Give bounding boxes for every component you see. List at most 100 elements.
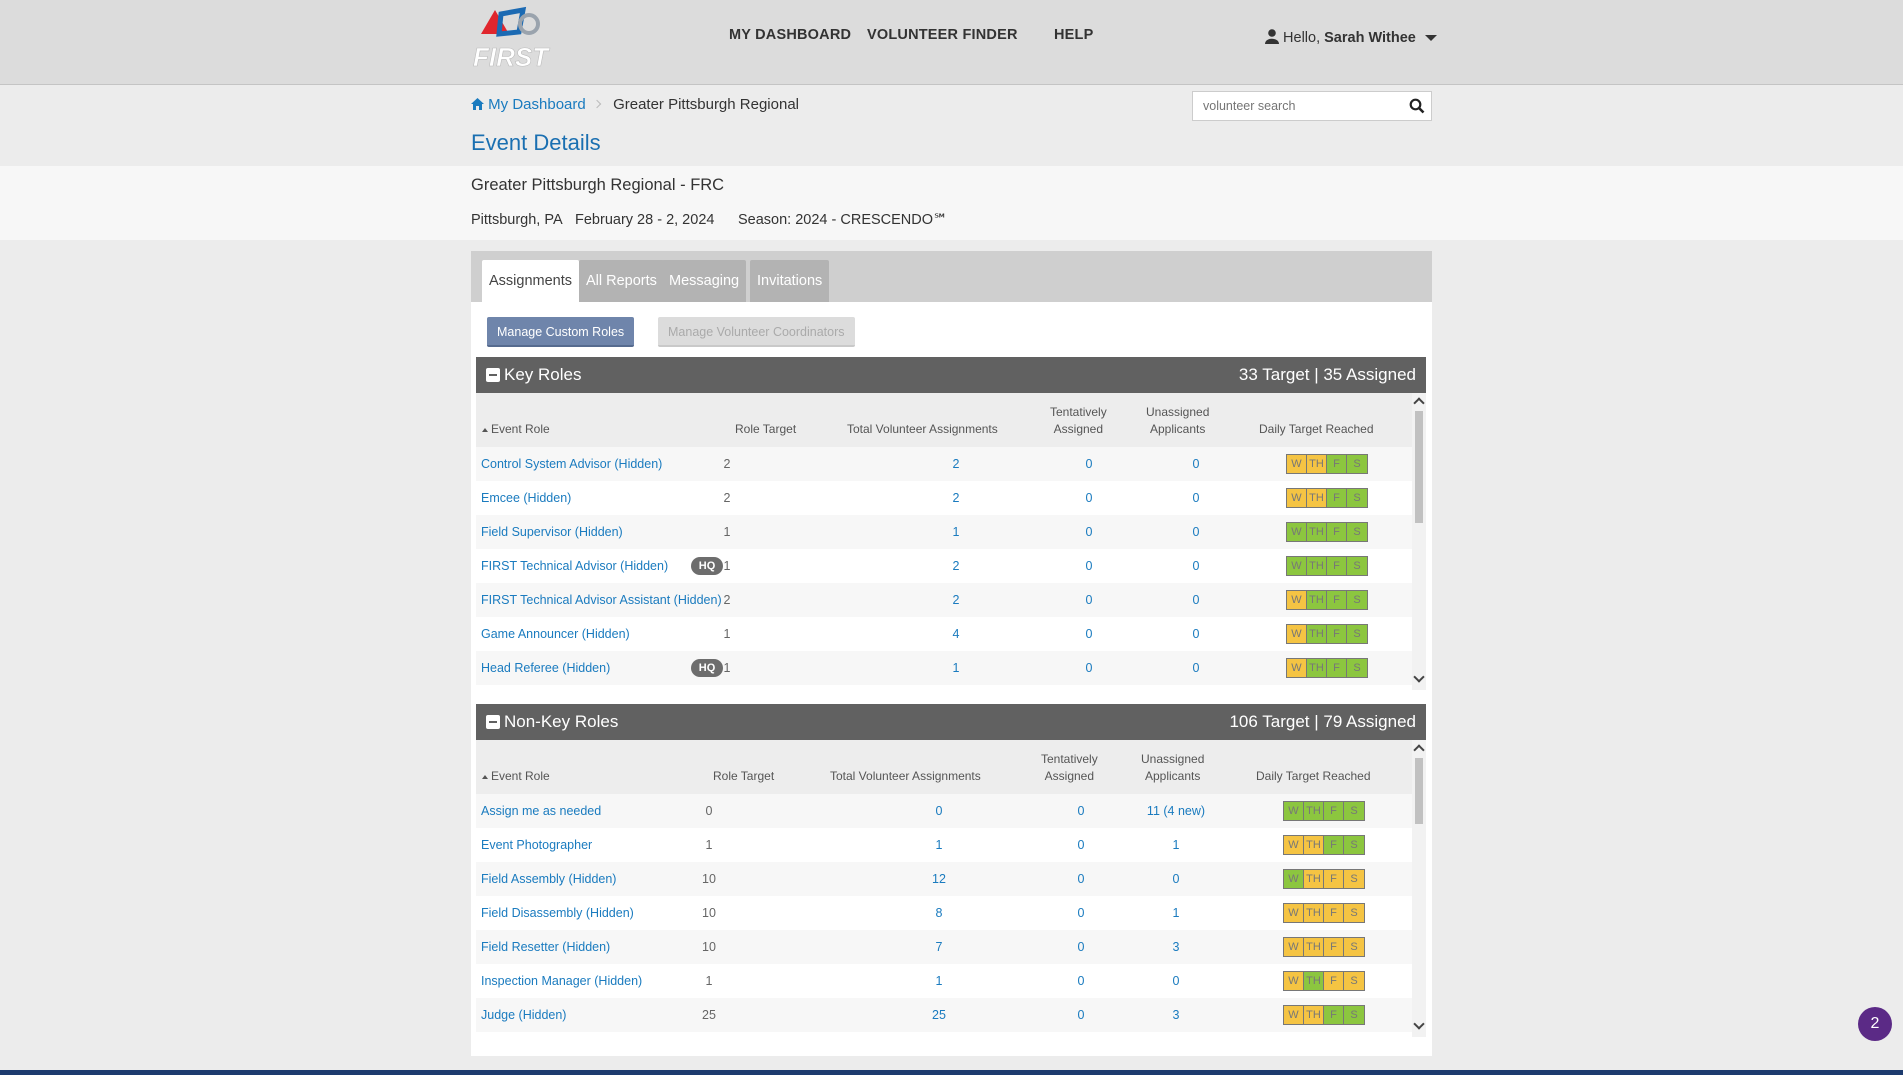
col-unassigned-line2: Applicants (1150, 422, 1206, 436)
scroll-down-icon[interactable] (1413, 671, 1425, 683)
role-link[interactable]: Field Resetter (Hidden) (481, 940, 610, 954)
nav-my-dashboard[interactable]: MY DASHBOARD (729, 27, 851, 43)
unassigned-link[interactable]: 11 (4 new) (1136, 804, 1216, 818)
total-assignments-link[interactable]: 8 (919, 906, 959, 920)
col-event-role[interactable]: Event Role (482, 768, 550, 785)
unassigned-link[interactable]: 3 (1136, 1008, 1216, 1022)
scrollbar[interactable] (1412, 393, 1426, 690)
notification-badge[interactable]: 2 (1858, 1007, 1892, 1041)
unassigned-link[interactable]: 3 (1136, 940, 1216, 954)
total-assignments-link[interactable]: 12 (919, 872, 959, 886)
tentative-link[interactable]: 0 (1061, 940, 1101, 954)
total-assignments-link[interactable]: 4 (936, 627, 976, 641)
role-target-value: 1 (705, 974, 713, 988)
unassigned-link[interactable]: 0 (1136, 974, 1216, 988)
nonkey-roles-header[interactable]: Non-Key Roles 106 Target | 79 Assigned (476, 704, 1426, 740)
unassigned-link[interactable]: 1 (1136, 906, 1216, 920)
total-assignments-link[interactable]: 2 (936, 491, 976, 505)
role-link[interactable]: Game Announcer (Hidden) (481, 627, 630, 641)
tentative-link[interactable]: 0 (1069, 457, 1109, 471)
role-link[interactable]: FIRST Technical Advisor Assistant (Hidde… (481, 593, 722, 607)
role-link[interactable]: FIRST Technical Advisor (Hidden) (481, 559, 668, 573)
tab-messaging[interactable]: Messaging (662, 260, 747, 302)
role-link[interactable]: Inspection Manager (Hidden) (481, 974, 642, 988)
nav-volunteer-finder[interactable]: VOLUNTEER FINDER (867, 27, 1018, 43)
search-icon[interactable] (1409, 98, 1425, 114)
unassigned-link[interactable]: 0 (1156, 525, 1236, 539)
scroll-down-icon[interactable] (1413, 1018, 1425, 1030)
unassigned-link[interactable]: 0 (1156, 661, 1236, 675)
tentative-link[interactable]: 0 (1061, 838, 1101, 852)
day-cell: W (1287, 625, 1307, 643)
breadcrumb-home[interactable]: My Dashboard (471, 96, 590, 113)
scrollbar[interactable] (1412, 740, 1426, 1037)
scroll-thumb[interactable] (1415, 411, 1423, 523)
total-assignments-link[interactable]: 2 (936, 457, 976, 471)
breadcrumb-home-label: My Dashboard (488, 96, 586, 113)
role-link[interactable]: Control System Advisor (Hidden) (481, 457, 662, 471)
tab-assignments[interactable]: Assignments (482, 260, 580, 302)
total-assignments-link[interactable]: 1 (936, 525, 976, 539)
user-menu[interactable]: Hello, Sarah Withee (1265, 29, 1437, 46)
tentative-link[interactable]: 0 (1061, 872, 1101, 886)
collapse-icon[interactable] (486, 715, 500, 729)
tentative-link[interactable]: 0 (1061, 974, 1101, 988)
total-assignments-link[interactable]: 2 (936, 593, 976, 607)
role-link[interactable]: Field Supervisor (Hidden) (481, 525, 623, 539)
unassigned-link[interactable]: 0 (1156, 593, 1236, 607)
role-link[interactable]: Head Referee (Hidden) (481, 661, 610, 675)
tentative-link[interactable]: 0 (1061, 1008, 1101, 1022)
user-greeting: Hello, (1283, 30, 1321, 46)
tentative-link[interactable]: 0 (1069, 559, 1109, 573)
col-unassigned-applicants: Unassigned Applicants (1146, 404, 1209, 438)
tentative-link[interactable]: 0 (1069, 491, 1109, 505)
total-assignments-link[interactable]: 1 (919, 838, 959, 852)
day-cell: F (1327, 591, 1347, 609)
unassigned-link[interactable]: 0 (1156, 457, 1236, 471)
tentative-link[interactable]: 0 (1069, 661, 1109, 675)
total-assignments-link[interactable]: 0 (919, 804, 959, 818)
scroll-up-icon[interactable] (1413, 744, 1425, 756)
search-input[interactable] (1193, 92, 1393, 120)
key-roles-header[interactable]: Key Roles 33 Target | 35 Assigned (476, 357, 1426, 393)
role-link[interactable]: Event Photographer (481, 838, 592, 852)
col-unassigned-line2: Applicants (1145, 769, 1201, 783)
role-link[interactable]: Judge (Hidden) (481, 1008, 566, 1022)
manage-custom-roles-button[interactable]: Manage Custom Roles (487, 317, 635, 347)
day-cell: S (1344, 802, 1364, 820)
role-target-value: 10 (702, 872, 716, 886)
day-cell: F (1324, 802, 1344, 820)
role-link[interactable]: Emcee (Hidden) (481, 491, 571, 505)
tab-all-reports[interactable]: All Reports (579, 260, 664, 302)
role-link[interactable]: Field Assembly (Hidden) (481, 872, 616, 886)
collapse-icon[interactable] (486, 368, 500, 382)
tentative-link[interactable]: 0 (1069, 593, 1109, 607)
day-cell: TH (1304, 1006, 1324, 1024)
total-assignments-link[interactable]: 1 (919, 974, 959, 988)
unassigned-link[interactable]: 0 (1136, 872, 1216, 886)
col-event-role[interactable]: Event Role (482, 421, 550, 438)
day-cell: W (1284, 938, 1304, 956)
total-assignments-link[interactable]: 25 (919, 1008, 959, 1022)
role-link[interactable]: Field Disassembly (Hidden) (481, 906, 634, 920)
unassigned-link[interactable]: 0 (1156, 627, 1236, 641)
unassigned-link[interactable]: 1 (1136, 838, 1216, 852)
unassigned-link[interactable]: 0 (1156, 491, 1236, 505)
tentative-link[interactable]: 0 (1069, 525, 1109, 539)
role-link[interactable]: Assign me as needed (481, 804, 601, 818)
tentative-link[interactable]: 0 (1061, 906, 1101, 920)
tab-invitations[interactable]: Invitations (750, 260, 830, 302)
nav-help[interactable]: HELP (1054, 27, 1093, 43)
scroll-up-icon[interactable] (1413, 397, 1425, 409)
unassigned-link[interactable]: 0 (1156, 559, 1236, 573)
tentative-link[interactable]: 0 (1069, 627, 1109, 641)
total-assignments-link[interactable]: 7 (919, 940, 959, 954)
manage-volunteer-coordinators-button[interactable]: Manage Volunteer Coordinators (658, 317, 855, 347)
total-assignments-link[interactable]: 1 (936, 661, 976, 675)
table-row: Judge (Hidden) 25 25 0 3 W TH F S (476, 998, 1412, 1032)
breadcrumb: My Dashboard Greater Pittsburgh Regional (471, 96, 799, 113)
total-assignments-link[interactable]: 2 (936, 559, 976, 573)
tentative-link[interactable]: 0 (1061, 804, 1101, 818)
first-logo[interactable]: FIRST (471, 4, 559, 72)
scroll-thumb[interactable] (1415, 758, 1423, 824)
